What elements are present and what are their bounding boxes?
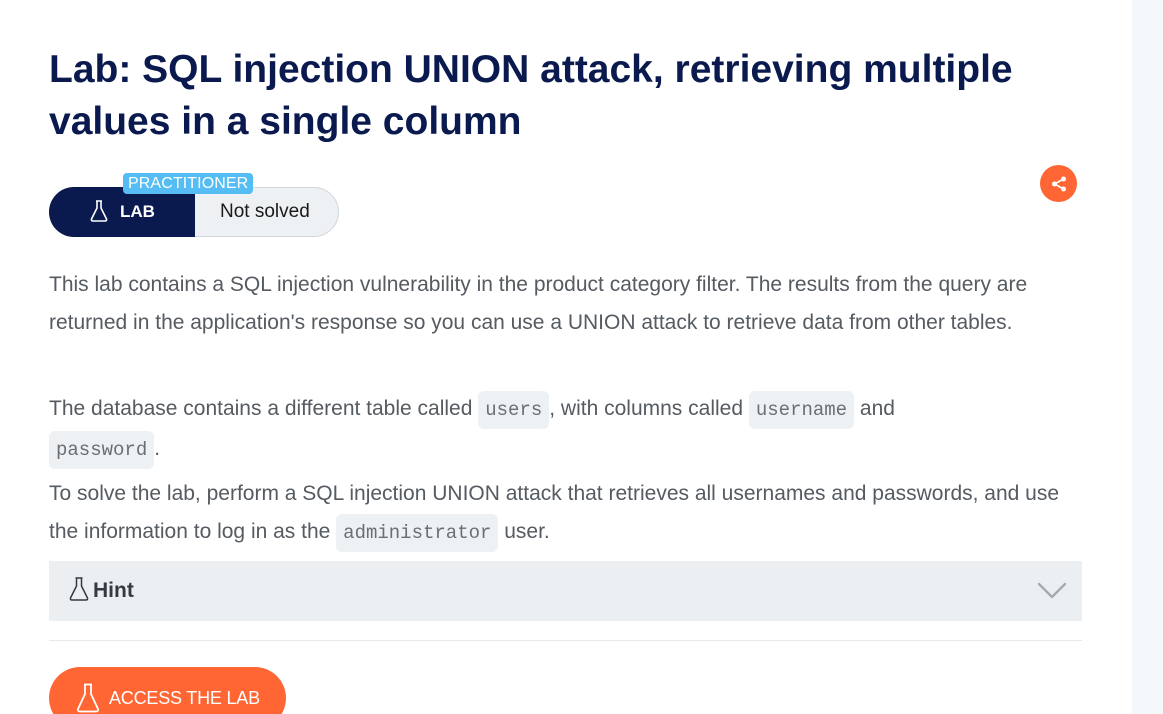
lab-page: Lab: SQL injection UNION attack, retriev…: [0, 0, 1163, 714]
access-lab-label: ACCESS THE LAB: [109, 688, 260, 708]
description-text: This lab contains a SQL injection vulner…: [49, 273, 1028, 334]
code-column-password: password: [49, 430, 155, 469]
description-text: To solve the lab, perform a SQL injectio…: [49, 482, 1060, 543]
flask-icon: [90, 200, 108, 222]
divider: [49, 640, 1082, 641]
share-button[interactable]: [1040, 165, 1077, 202]
flask-icon: [77, 683, 99, 713]
right-rail: [1132, 0, 1163, 714]
description-paragraph-1: This lab contains a SQL injection vulner…: [49, 266, 1069, 341]
flask-icon: [69, 577, 89, 601]
lab-status: Not solved: [220, 201, 310, 222]
code-column-username: username: [748, 391, 855, 429]
page-title: Lab: SQL injection UNION attack, retriev…: [49, 48, 1013, 143]
description-text: and: [854, 397, 895, 420]
code-table-name: users: [478, 391, 550, 429]
description-text: .: [154, 436, 161, 460]
lab-type-label: LAB: [49, 187, 195, 237]
description-paragraph-3: To solve the lab, perform a SQL injectio…: [49, 475, 1069, 552]
access-lab-button[interactable]: ACCESS THE LAB: [49, 667, 286, 714]
code-admin-user: administrator: [336, 513, 499, 552]
description-text: user.: [498, 519, 550, 543]
description-text: , with columns called: [549, 397, 749, 420]
level-badge: PRACTITIONER: [123, 173, 254, 194]
hint-toggle[interactable]: Hint: [49, 561, 1082, 621]
lab-status-badge: LAB Not solved: [49, 187, 339, 237]
share-icon: [1051, 176, 1066, 191]
lab-label: LAB: [120, 202, 155, 221]
description-text: The database contains a different table …: [49, 397, 479, 420]
hint-label: Hint: [93, 579, 134, 602]
chevron-down-icon: [1037, 582, 1067, 599]
description-paragraph-2: The database contains a different table …: [49, 390, 1069, 469]
